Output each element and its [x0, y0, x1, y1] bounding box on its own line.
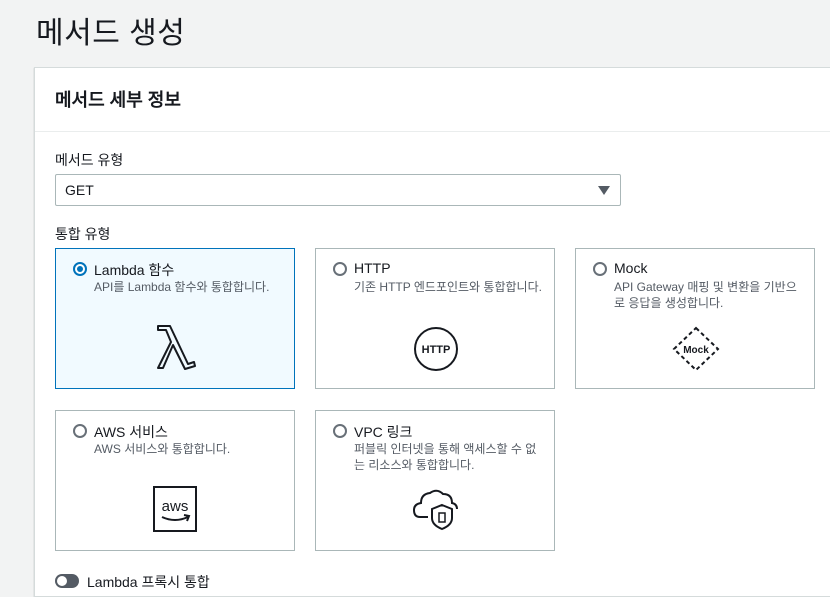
radio-aws-service[interactable]	[73, 424, 87, 438]
lambda-proxy-toggle[interactable]	[55, 574, 79, 588]
panel-title: 메서드 세부 정보	[55, 90, 181, 110]
integration-option-aws-service[interactable]: AWS 서비스 AWS 서비스와 통합합니다. aws	[55, 410, 295, 551]
option-description: 퍼블릭 인터넷을 통해 액세스할 수 없는 리소스와 통합합니다.	[354, 442, 537, 472]
radio-vpc-link[interactable]	[333, 424, 347, 438]
svg-text:aws: aws	[162, 498, 189, 515]
integration-option-http[interactable]: HTTP 기존 HTTP 엔드포인트와 통합합니다. HTTP	[315, 248, 555, 389]
option-title: Lambda 함수	[94, 262, 175, 278]
cloud-shield-icon	[412, 489, 458, 531]
option-description: API를 Lambda 함수와 통합합니다.	[94, 280, 270, 294]
option-description: 기존 HTTP 엔드포인트와 통합합니다.	[354, 280, 542, 294]
option-description: API Gateway 매핑 및 변환을 기반으로 응답을 생성합니다.	[614, 280, 797, 310]
panel-header: 메서드 세부 정보	[35, 68, 830, 132]
page-title: 메서드 생성	[36, 17, 186, 50]
svg-text:Mock: Mock	[683, 345, 709, 356]
method-type-value: GET	[65, 182, 94, 198]
aws-icon: aws	[153, 486, 197, 532]
radio-http[interactable]	[333, 262, 347, 276]
lambda-icon	[157, 325, 196, 370]
integration-type-label: 통합 유형	[55, 226, 111, 242]
method-type-select[interactable]: GET	[55, 174, 621, 206]
integration-option-lambda[interactable]: Lambda 함수 API를 Lambda 함수와 통합합니다.	[55, 248, 295, 389]
http-icon: HTTP	[414, 327, 458, 371]
svg-text:HTTP: HTTP	[422, 344, 451, 356]
option-title: Mock	[614, 260, 648, 276]
lambda-proxy-label: Lambda 프록시 통합	[87, 574, 210, 590]
option-title: VPC 링크	[354, 424, 413, 440]
mock-icon: Mock	[672, 326, 720, 372]
method-details-panel: 메서드 세부 정보 메서드 유형 GET 통합 유형 Lambda 함수 API…	[34, 67, 830, 597]
option-description: AWS 서비스와 통합합니다.	[94, 442, 231, 456]
method-type-label: 메서드 유형	[55, 152, 124, 168]
caret-down-icon	[598, 186, 610, 195]
radio-mock[interactable]	[593, 262, 607, 276]
integration-option-vpc-link[interactable]: VPC 링크 퍼블릭 인터넷을 통해 액세스할 수 없는 리소스와 통합합니다.	[315, 410, 555, 551]
radio-lambda[interactable]	[73, 262, 87, 276]
option-title: HTTP	[354, 260, 391, 276]
integration-option-mock[interactable]: Mock API Gateway 매핑 및 변환을 기반으로 응답을 생성합니다…	[575, 248, 815, 389]
option-title: AWS 서비스	[94, 424, 168, 440]
